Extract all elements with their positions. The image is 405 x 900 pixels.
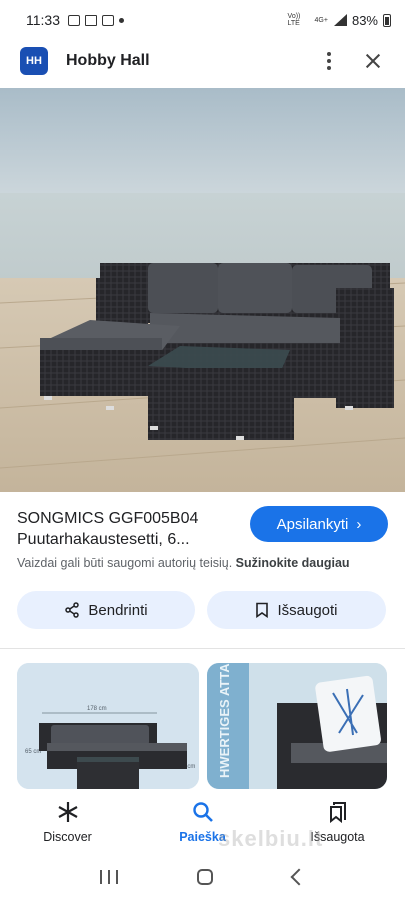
bookmarks-icon xyxy=(326,800,350,824)
signal-icon xyxy=(333,14,347,26)
dim-height: 65 cm xyxy=(25,749,41,755)
home-icon[interactable] xyxy=(197,869,214,885)
app-title: Hobby Hall xyxy=(66,52,150,69)
volte-label: Vo)) LTE xyxy=(287,13,301,27)
product-image[interactable] xyxy=(0,88,405,492)
divider xyxy=(0,648,405,649)
nav-label-discover: Discover xyxy=(43,830,92,844)
more-options-icon[interactable] xyxy=(317,49,341,73)
related-photo-2: HWERTIGES ATTAN xyxy=(207,663,387,789)
recent-apps-icon[interactable] xyxy=(99,870,118,884)
visit-button[interactable]: Apsilankyti › xyxy=(250,506,388,542)
product-photo xyxy=(0,88,405,492)
mail-icon xyxy=(85,14,97,26)
related-photo-1: 178 cm 65 cm 67 cm xyxy=(17,663,199,789)
chevron-right-icon: › xyxy=(356,515,362,533)
network-type-label: 4G+ xyxy=(314,16,328,24)
more-notifications-icon xyxy=(119,17,124,23)
product-title[interactable]: SONGMICS GGF005B04 Puutarhakaustesetti, … xyxy=(17,508,247,550)
bottom-navigation: Discover Paieška Išsaugota xyxy=(0,790,405,854)
status-bar: 11:33 Vo)) LTE 4G+ 83% xyxy=(0,0,405,40)
news-icon xyxy=(102,14,114,26)
notification-icons xyxy=(68,14,124,26)
learn-more-link[interactable]: Sužinokite daugiau xyxy=(236,556,350,570)
system-navigation xyxy=(0,854,405,900)
save-button[interactable]: Išsaugoti xyxy=(207,591,386,629)
status-time: 11:33 xyxy=(26,12,60,28)
related-image-1[interactable]: 178 cm 65 cm 67 cm xyxy=(17,663,199,789)
asterisk-icon xyxy=(56,800,80,824)
back-icon[interactable] xyxy=(290,868,308,886)
watermark: skelbiu.lt xyxy=(218,826,324,851)
product-title-line2: Puutarhakaustesetti, 6... xyxy=(17,531,190,548)
app-header: HH Hobby Hall xyxy=(0,40,405,82)
battery-percent: 83% xyxy=(351,12,378,28)
share-icon xyxy=(65,602,80,618)
battery-icon xyxy=(383,13,391,27)
gallery-icon xyxy=(68,14,80,26)
search-icon xyxy=(191,800,215,824)
save-label: Išsaugoti xyxy=(277,601,338,619)
nav-item-discover[interactable]: Discover xyxy=(0,790,135,854)
product-title-line1: SONGMICS GGF005B04 xyxy=(17,510,199,527)
close-icon[interactable] xyxy=(361,49,385,73)
share-button[interactable]: Bendrinti xyxy=(17,591,195,629)
related-image-2[interactable]: HWERTIGES ATTAN xyxy=(207,663,387,789)
system-status: Vo)) LTE 4G+ 83% xyxy=(288,13,391,28)
copyright-notice: Vaizdai gali būti saugomi autorių teisių… xyxy=(17,556,350,570)
copyright-text: Vaizdai gali būti saugomi autorių teisių… xyxy=(17,556,233,570)
bookmark-icon xyxy=(256,602,269,618)
thumb2-caption: HWERTIGES ATTAN xyxy=(217,663,232,778)
visit-label: Apsilankyti xyxy=(276,515,349,533)
dim-width: 178 cm xyxy=(87,706,107,712)
app-logo: HH xyxy=(20,47,48,75)
share-label: Bendrinti xyxy=(88,601,148,619)
